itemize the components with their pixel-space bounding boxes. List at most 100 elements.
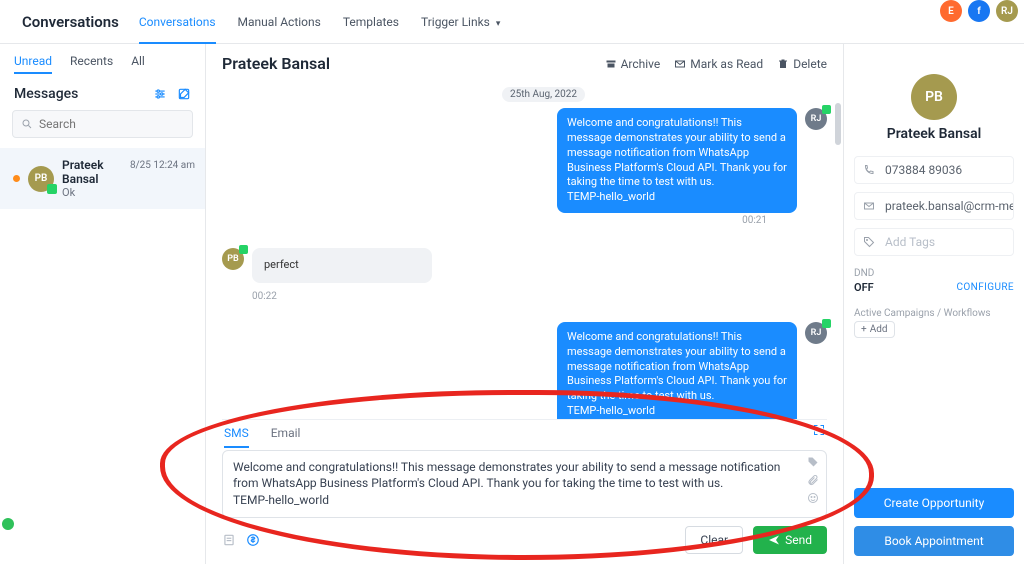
compose-area: SMS Email Welcome and congratulations!! …	[222, 419, 827, 564]
whatsapp-badge-icon	[822, 319, 831, 328]
contact-email-row[interactable]: prateek.bansal@crm-messagi	[854, 192, 1014, 220]
add-campaign-button[interactable]: + Add	[854, 321, 895, 338]
contact-details-panel: PB Prateek Bansal 073884 89036 prateek.b…	[844, 44, 1024, 564]
message-out-1: RJ Welcome and congratulations!! This me…	[557, 108, 827, 226]
contact-avatar: PB	[222, 248, 244, 270]
contact-name: Prateek Bansal	[854, 126, 1014, 142]
avatar-initials: RJ	[811, 328, 822, 338]
main-content: Unread Recents All Messages	[0, 44, 1024, 564]
conversation-item[interactable]: PB Prateek Bansal Ok 8/25 12:24 am	[0, 148, 205, 209]
tab-manual-actions[interactable]: Manual Actions	[238, 7, 321, 37]
avatar-initials: PB	[35, 173, 48, 184]
search-input[interactable]	[39, 117, 195, 131]
conversation-actions: Archive Mark as Read Delete	[605, 57, 827, 71]
send-label: Send	[785, 533, 812, 547]
dnd-configure-link[interactable]: CONFIGURE	[956, 282, 1014, 293]
book-appointment-button[interactable]: Book Appointment	[854, 526, 1014, 556]
tab-templates[interactable]: Templates	[343, 7, 399, 37]
emoji-icon[interactable]	[807, 492, 819, 504]
dnd-value: OFF	[854, 281, 874, 294]
compose-textarea[interactable]: Welcome and congratulations!! This messa…	[222, 450, 827, 518]
channel-badge-orange[interactable]: E	[940, 0, 962, 22]
unread-dot-icon	[13, 175, 20, 182]
send-icon	[768, 534, 780, 546]
search-wrapper	[0, 108, 205, 148]
chevron-down-icon: ▾	[496, 19, 501, 29]
mark-read-label: Mark as Read	[690, 57, 763, 71]
sender-avatar: RJ	[805, 108, 827, 130]
template-icon[interactable]	[222, 533, 236, 547]
whatsapp-badge-icon	[47, 184, 57, 194]
delete-button[interactable]: Delete	[777, 57, 827, 71]
scrollbar-track[interactable]	[833, 93, 841, 419]
sidebar-filters: Unread Recents All	[0, 44, 205, 78]
avatar-initials: RJ	[811, 114, 822, 124]
avatar-initials: PB	[227, 254, 239, 264]
compose-tabs: SMS Email	[222, 426, 827, 450]
attachment-icon[interactable]	[807, 474, 819, 486]
expand-compose-icon[interactable]	[813, 424, 825, 436]
contact-phone-row[interactable]: 073884 89036	[854, 156, 1014, 184]
compose-side-icons	[807, 456, 819, 504]
conversation-title: Prateek Bansal	[222, 54, 330, 73]
tab-trigger-links-label: Trigger Links	[421, 15, 490, 29]
contact-avatar-large: PB	[911, 74, 957, 120]
chat-scroll-area: 25th Aug, 2022 RJ Welcome and congratula…	[206, 83, 843, 419]
message-timestamp: 00:22	[252, 291, 827, 302]
sender-avatar: RJ	[805, 322, 827, 344]
tab-trigger-links[interactable]: Trigger Links ▾	[421, 7, 500, 37]
header-tabs: Conversations Manual Actions Templates T…	[139, 7, 501, 37]
tab-conversations[interactable]: Conversations	[139, 7, 216, 37]
create-opportunity-button[interactable]: Create Opportunity	[854, 488, 1014, 518]
conversation-snippet: Ok	[62, 186, 122, 199]
variable-dollar-icon[interactable]	[246, 533, 260, 547]
page-title: Conversations	[22, 13, 119, 31]
contact-email-value: prateek.bansal@crm-messagi	[885, 199, 1014, 213]
send-button[interactable]: Send	[753, 526, 827, 554]
compose-footer: Clear Send	[222, 518, 827, 564]
phone-icon	[863, 164, 877, 176]
compose-new-icon[interactable]	[177, 87, 191, 101]
message-timestamp: 00:21	[557, 215, 767, 226]
compose-tab-email[interactable]: Email	[271, 426, 301, 448]
tags-placeholder: Add Tags	[885, 235, 935, 249]
archive-label: Archive	[621, 57, 661, 71]
trash-icon	[777, 58, 789, 70]
whatsapp-badge-icon	[239, 245, 248, 254]
contact-tags-row[interactable]: Add Tags	[854, 228, 1014, 256]
archive-button[interactable]: Archive	[605, 57, 661, 71]
message-bubble-out: Welcome and congratulations!! This messa…	[557, 322, 797, 419]
clear-button[interactable]: Clear	[685, 526, 743, 554]
filter-unread[interactable]: Unread	[14, 54, 52, 74]
filter-recents[interactable]: Recents	[70, 54, 113, 74]
compose-tab-sms[interactable]: SMS	[224, 426, 249, 448]
mark-read-button[interactable]: Mark as Read	[674, 57, 763, 71]
user-avatar-top[interactable]: RJ	[996, 0, 1018, 22]
conversation-header: Prateek Bansal Archive Mark as Read Dele…	[206, 44, 843, 83]
message-out-2: RJ Welcome and congratulations!! This me…	[557, 322, 827, 419]
message-bubble-in: perfect	[252, 248, 432, 283]
dnd-row: OFF CONFIGURE	[854, 281, 1014, 294]
dnd-label: DND	[854, 268, 1014, 279]
conversation-time: 8/25 12:24 am	[130, 160, 195, 171]
filter-settings-icon[interactable]	[153, 87, 167, 101]
search-box[interactable]	[12, 110, 193, 138]
scrollbar-thumb[interactable]	[835, 103, 841, 145]
whatsapp-badge-icon	[822, 105, 831, 114]
tag-icon[interactable]	[807, 456, 819, 468]
filter-all[interactable]: All	[131, 54, 145, 74]
main-header: Conversations Conversations Manual Actio…	[0, 0, 1024, 44]
status-indicator-icon	[2, 518, 14, 530]
channel-badge-facebook[interactable]: f	[968, 0, 990, 22]
envelope-icon	[863, 200, 877, 212]
message-bubble-out: Welcome and congratulations!! This messa…	[557, 108, 797, 213]
tag-icon	[863, 236, 877, 248]
contact-phone-value: 073884 89036	[885, 163, 962, 177]
plus-icon: +	[861, 324, 867, 335]
conversation-text: Prateek Bansal Ok	[62, 158, 122, 199]
conversation-name: Prateek Bansal	[62, 158, 122, 186]
archive-icon	[605, 58, 617, 70]
add-label: Add	[870, 324, 888, 335]
messages-header-row: Messages	[0, 78, 205, 108]
conversation-panel: Prateek Bansal Archive Mark as Read Dele…	[206, 44, 844, 564]
